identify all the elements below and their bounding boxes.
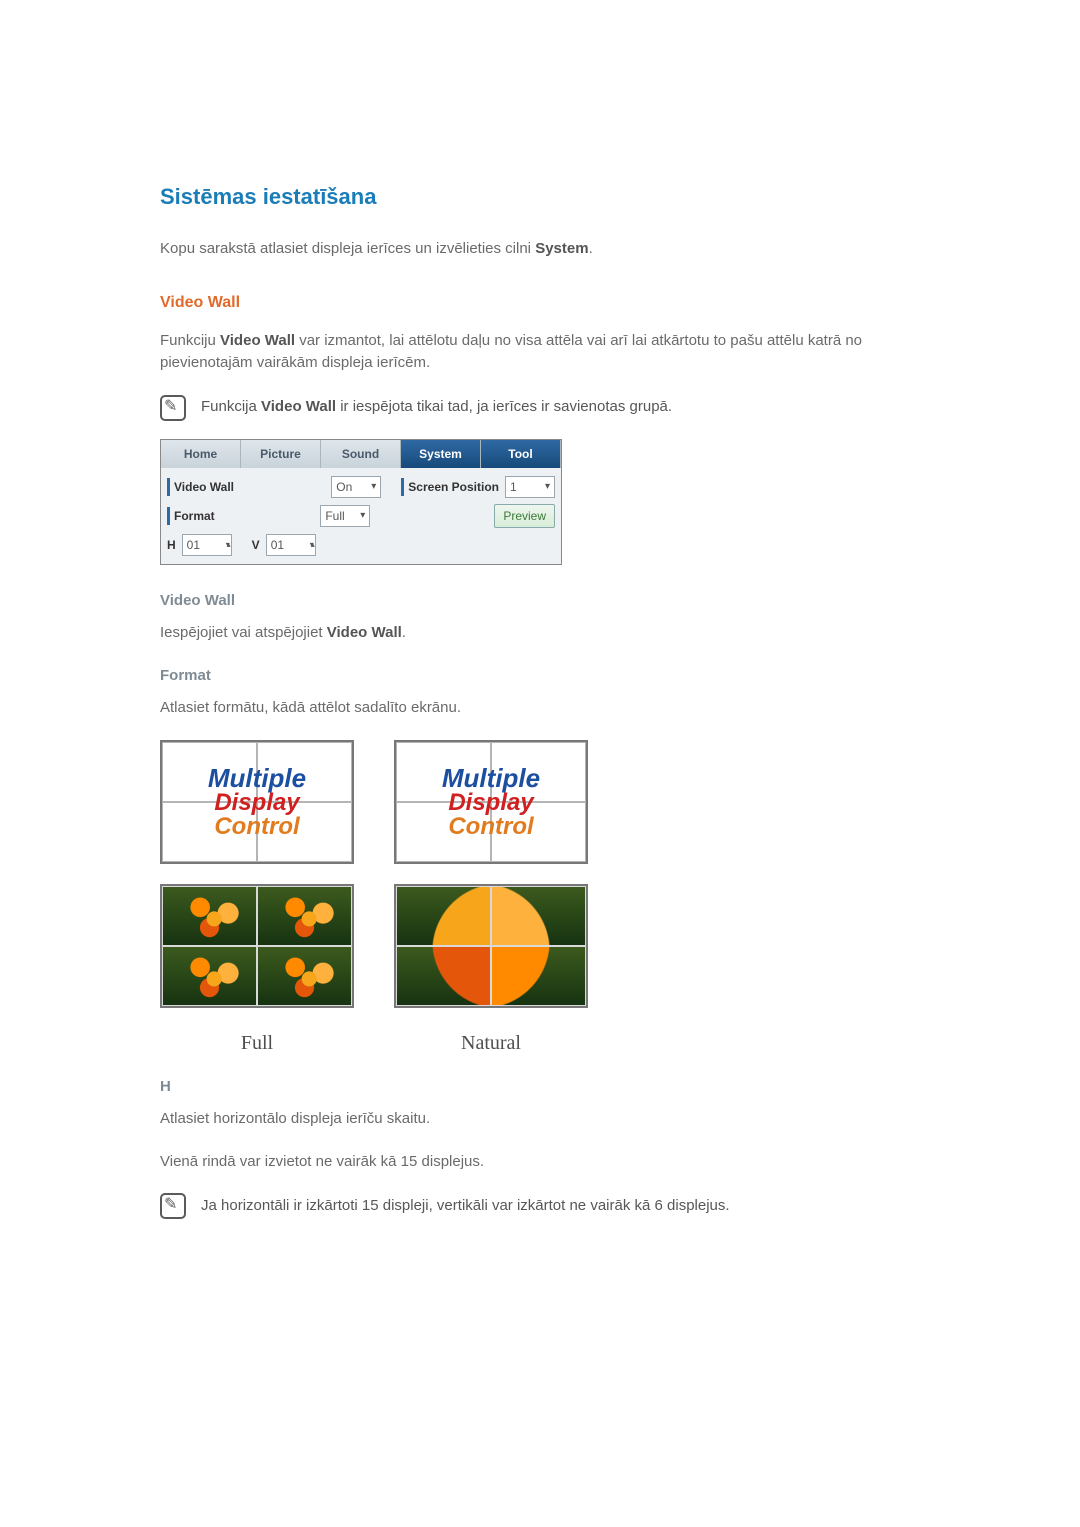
- subheading-h: H: [160, 1076, 920, 1099]
- h-paragraph-2: Vienā rindā var izvietot ne vairāk kā 15…: [160, 1151, 920, 1174]
- stepper-h[interactable]: 01: [182, 534, 232, 556]
- diagram-natural-image: [394, 884, 588, 1008]
- text-bold: Video Wall: [261, 398, 336, 415]
- text: Funkcija: [201, 398, 261, 415]
- caption-row: Full Natural: [160, 1028, 920, 1058]
- overlay-line2: Display: [448, 791, 533, 815]
- tab-picture[interactable]: Picture: [241, 440, 321, 468]
- stepper-v[interactable]: 01: [266, 534, 316, 556]
- text: Kopu sarakstā atlasiet displeja ierīces …: [160, 240, 535, 257]
- text: Funkciju: [160, 332, 220, 349]
- overlay-line3: Control: [448, 815, 533, 839]
- tab-sound[interactable]: Sound: [321, 440, 401, 468]
- label-v: V: [252, 536, 260, 554]
- tab-tool[interactable]: Tool: [481, 440, 561, 468]
- subheading-video-wall: Video Wall: [160, 590, 920, 613]
- caption-natural: Natural: [394, 1028, 588, 1058]
- note-row-2: Ja horizontāli ir izkārtoti 15 displeji,…: [160, 1193, 920, 1219]
- intro-paragraph: Kopu sarakstā atlasiet displeja ierīces …: [160, 238, 920, 261]
- section-heading-video-wall: Video Wall: [160, 291, 920, 315]
- format-diagrams-row2: [160, 884, 920, 1008]
- select-video-wall[interactable]: On: [331, 476, 381, 498]
- select-screen-position[interactable]: 1: [505, 476, 555, 498]
- value: Full: [325, 507, 344, 525]
- select-format[interactable]: Full: [320, 505, 370, 527]
- text-bold: Video Wall: [220, 332, 295, 349]
- settings-panel: Home Picture Sound System Tool Video Wal…: [160, 439, 562, 565]
- text: .: [589, 240, 593, 257]
- value: 01: [271, 536, 284, 554]
- overlay-line2: Display: [214, 791, 299, 815]
- tab-bar: Home Picture Sound System Tool: [161, 440, 561, 468]
- preview-button[interactable]: Preview: [494, 504, 555, 528]
- value: On: [336, 478, 352, 496]
- note-text: Funkcija Video Wall ir iespējota tikai t…: [201, 396, 672, 419]
- label-format: Format: [167, 507, 215, 525]
- caption-full: Full: [160, 1028, 354, 1058]
- value: 01: [187, 536, 200, 554]
- text-bold: Video Wall: [327, 624, 402, 641]
- diagram-natural-text: Multiple Display Control: [394, 740, 588, 864]
- text: .: [402, 624, 406, 641]
- document-page: Sistēmas iestatīšana Kopu sarakstā atlas…: [0, 0, 1080, 1527]
- overlay-line1: Multiple: [442, 765, 540, 791]
- note-icon: [160, 395, 186, 421]
- tab-system[interactable]: System: [401, 440, 481, 468]
- tab-home[interactable]: Home: [161, 440, 241, 468]
- subheading-format: Format: [160, 665, 920, 688]
- panel-body: Video Wall On Screen Position 1 Format F…: [161, 468, 561, 564]
- value: 1: [510, 478, 517, 496]
- label-video-wall: Video Wall: [167, 478, 234, 496]
- video-wall-paragraph: Funkciju Video Wall var izmantot, lai at…: [160, 330, 920, 375]
- text: ir iespējota tikai tad, ja ierīces ir sa…: [336, 398, 672, 415]
- format-paragraph: Atlasiet formātu, kādā attēlot sadalīto …: [160, 697, 920, 720]
- overlay-line1: Multiple: [208, 765, 306, 791]
- format-diagrams-row1: Multiple Display Control Multiple Displa…: [160, 740, 920, 864]
- label-h: H: [167, 536, 176, 554]
- h-paragraph-1: Atlasiet horizontālo displeja ierīču ska…: [160, 1108, 920, 1131]
- text: Iespējojiet vai atspējojiet: [160, 624, 327, 641]
- label-screen-position: Screen Position: [401, 478, 499, 496]
- overlay-line3: Control: [214, 815, 299, 839]
- note-text: Ja horizontāli ir izkārtoti 15 displeji,…: [201, 1195, 730, 1218]
- page-title: Sistēmas iestatīšana: [160, 180, 920, 213]
- enable-paragraph: Iespējojiet vai atspējojiet Video Wall.: [160, 622, 920, 645]
- text-bold: System: [535, 240, 588, 257]
- note-row: Funkcija Video Wall ir iespējota tikai t…: [160, 395, 920, 421]
- diagram-full-image: [160, 884, 354, 1008]
- diagram-full-text: Multiple Display Control: [160, 740, 354, 864]
- note-icon: [160, 1193, 186, 1219]
